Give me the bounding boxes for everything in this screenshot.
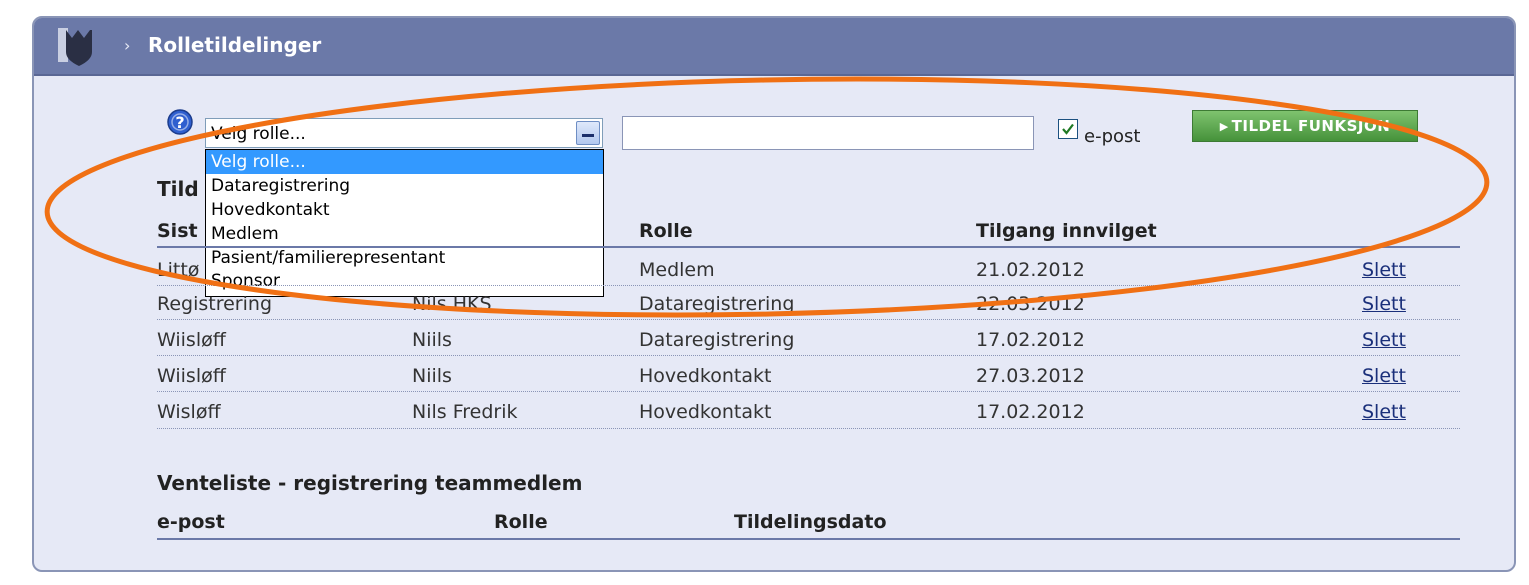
table-cell-role: Hovedkontakt [639,401,772,423]
panel-header: › Rolletildelinger [34,18,1514,76]
delete-link[interactable]: Slett [1362,328,1406,352]
email-checkbox-label: e-post [1084,126,1141,147]
email-checkbox[interactable] [1058,119,1078,139]
table-cell-first-name: Niils [412,329,452,351]
column-header-role: Rolle [639,220,693,242]
delete-link[interactable]: Slett [1362,364,1406,388]
row-separator [157,428,1460,429]
role-option[interactable]: Sponsor [206,270,603,290]
table-cell-role: Dataregistrering [639,329,795,351]
row-separator [157,319,1460,320]
help-icon[interactable]: ? [166,108,194,136]
table-cell-first-name: Niils [412,365,452,387]
shield-icon [58,28,92,66]
table-cell-granted: 27.03.2012 [976,365,1085,387]
table-cell-role: Medlem [639,259,715,281]
role-assignments-panel: › Rolletildelinger ? Velg rolle... Velg … [32,16,1516,572]
table-cell-granted: 17.02.2012 [976,329,1085,351]
column-header-waitlist-role: Rolle [494,511,548,533]
waitlist-header-rule [157,538,1460,540]
play-icon: ▶ [1219,120,1229,133]
column-header-email: e-post [157,511,225,533]
waitlist-heading: Venteliste - registrering teammedlem [157,471,583,495]
table-header-rule [157,246,1460,248]
assign-function-label: TILDEL FUNKSJON [1231,117,1391,135]
column-header-date: Tildelingsdato [734,511,887,533]
role-option[interactable]: Pasient/familierepresentant [206,246,603,270]
table-cell-granted: 22.03.2012 [976,293,1085,315]
role-option[interactable]: Hovedkontakt [206,198,603,222]
table-cell-last-name: Wiisløff [157,329,226,351]
row-separator [157,285,1460,286]
row-separator [157,355,1460,356]
role-dropdown-list: Velg rolle... Dataregistrering Hovedkont… [205,149,604,297]
column-header-granted: Tilgang innvilget [976,220,1157,242]
chevron-down-icon[interactable] [576,121,600,145]
assignments-heading: Tild [157,177,199,201]
user-search-input[interactable] [622,116,1034,150]
delete-link[interactable]: Slett [1362,258,1406,282]
page-title: Rolletildelinger [148,33,322,57]
row-separator [157,391,1460,392]
table-cell-granted: 17.02.2012 [976,401,1085,423]
breadcrumb-arrow: › [124,36,131,55]
svg-text:?: ? [175,113,184,132]
table-cell-granted: 21.02.2012 [976,259,1085,281]
role-option[interactable]: Dataregistrering [206,174,603,198]
role-select[interactable]: Velg rolle... [205,118,603,148]
table-cell-last-name: Registrering [157,293,273,315]
table-cell-role: Hovedkontakt [639,365,772,387]
table-cell-first-name: Nils Fredrik [412,401,518,423]
table-cell-last-name: Wiisløff [157,365,226,387]
column-header-last-name: Sist [157,220,198,242]
role-option[interactable]: Velg rolle... [206,150,603,174]
role-option[interactable]: Medlem [206,222,603,246]
delete-link[interactable]: Slett [1362,292,1406,316]
assign-function-button[interactable]: ▶ TILDEL FUNKSJON [1192,110,1418,142]
table-cell-first-name: Nils HKS [412,293,492,315]
delete-link[interactable]: Slett [1362,400,1406,424]
table-cell-role: Dataregistrering [639,293,795,315]
table-cell-last-name: Littø [157,259,200,281]
table-cell-last-name: Wisløff [157,401,221,423]
role-select-value: Velg rolle... [211,124,306,144]
